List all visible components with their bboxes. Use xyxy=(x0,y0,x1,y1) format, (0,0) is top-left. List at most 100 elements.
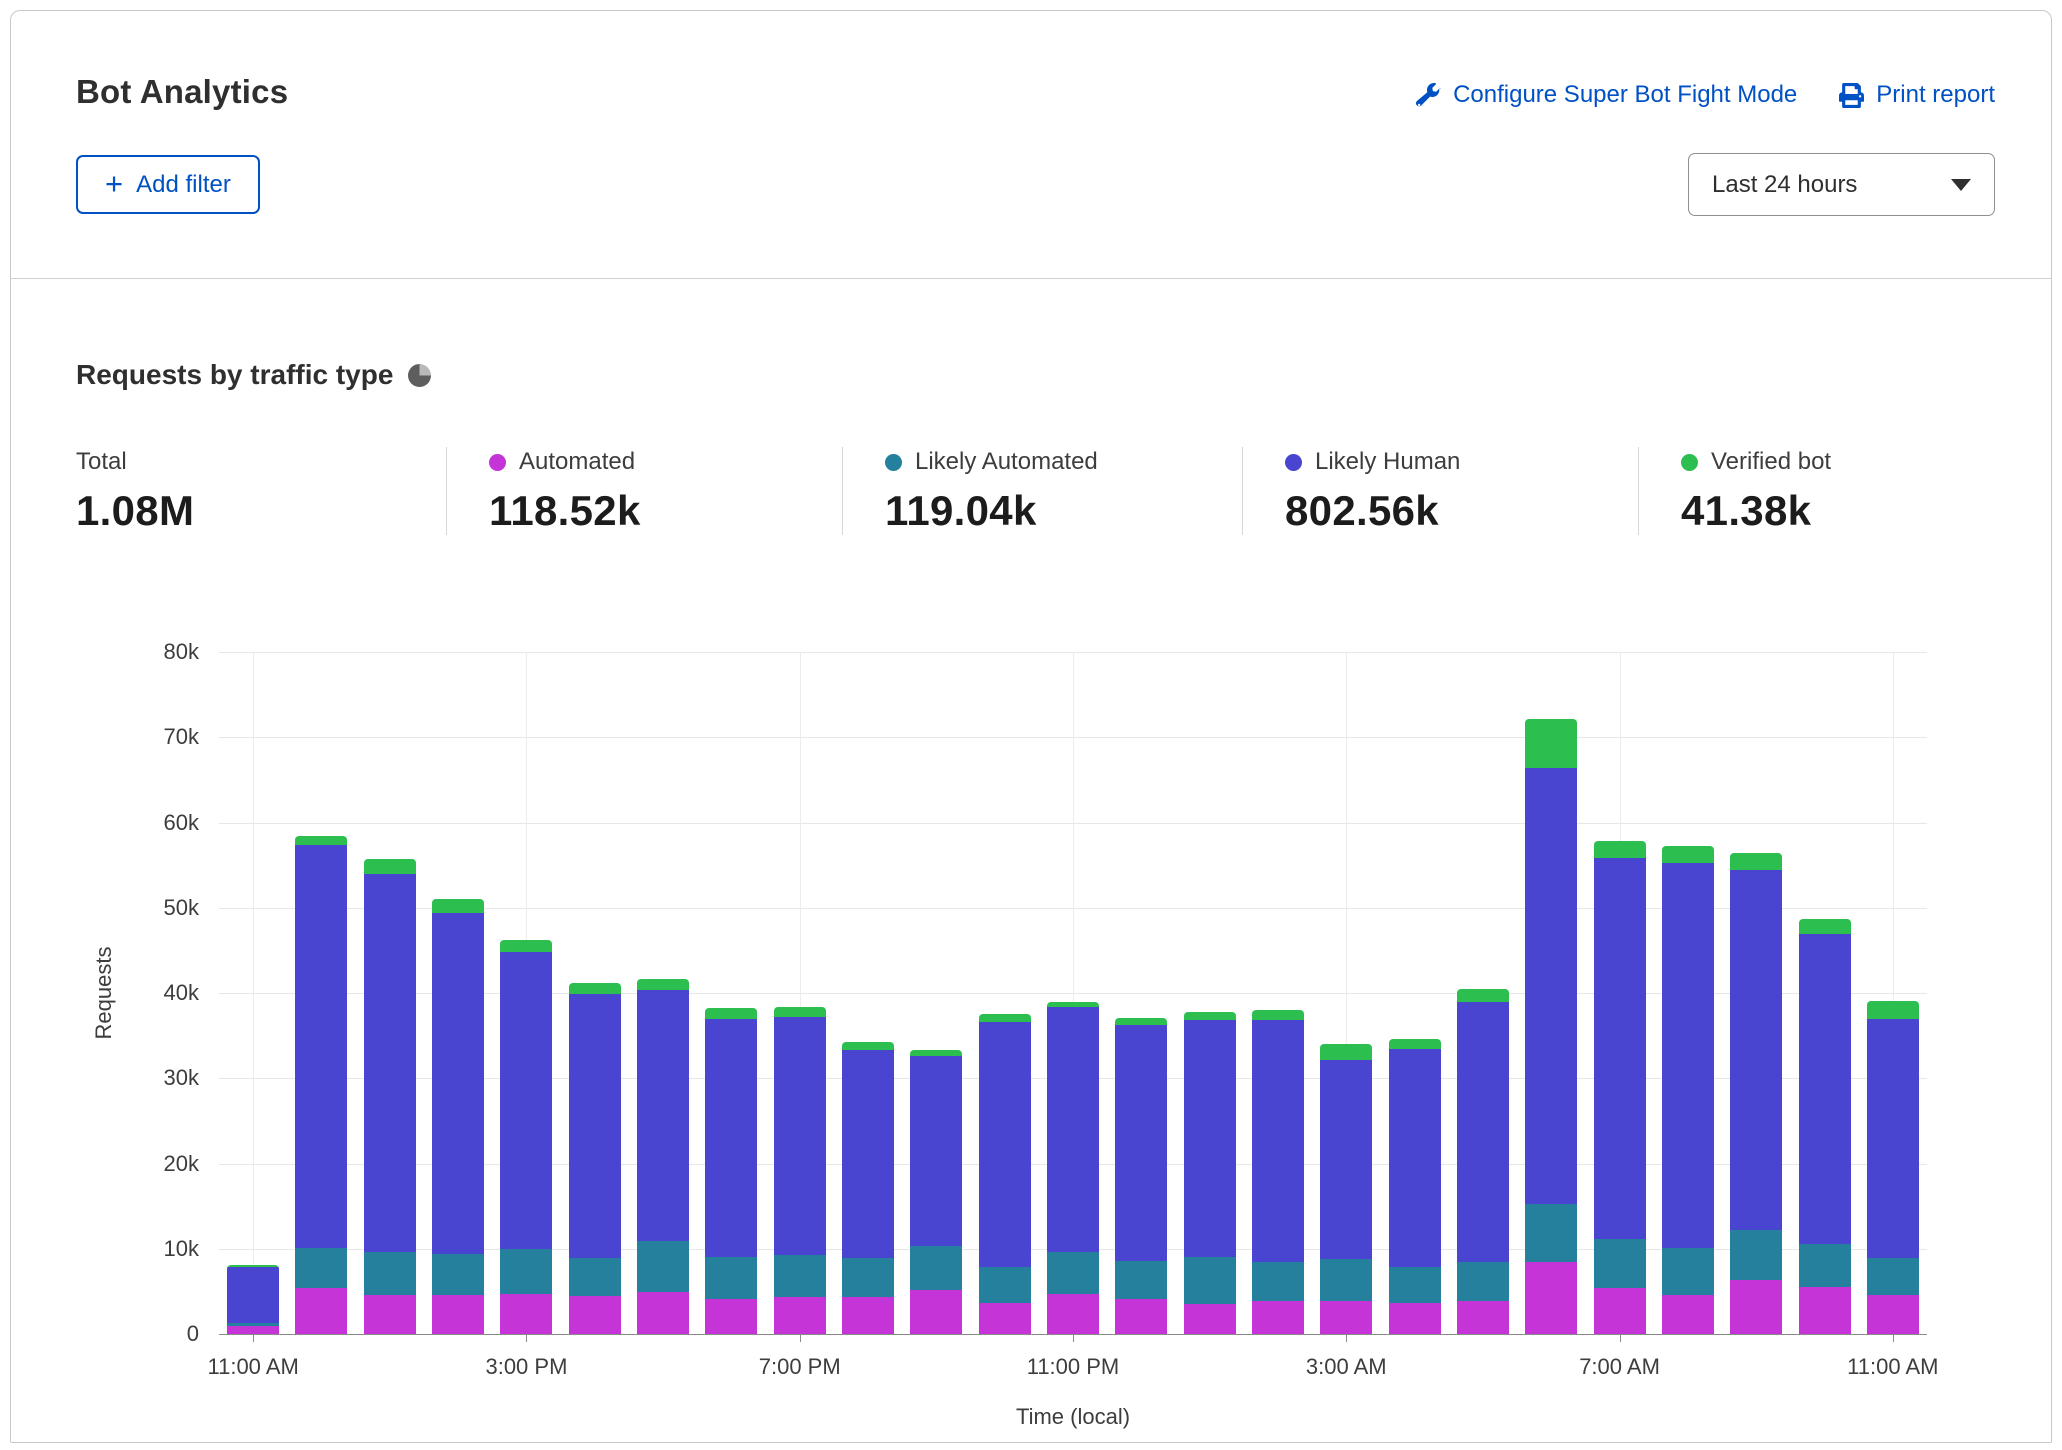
stat-value: 118.52k xyxy=(489,487,814,535)
bar-segment-verified-bot xyxy=(1184,1012,1236,1020)
chart-bar[interactable] xyxy=(1320,1044,1372,1334)
print-report-link[interactable]: Print report xyxy=(1839,81,1995,109)
bar-segment-likely-automated xyxy=(705,1257,757,1299)
y-tick-label: 80k xyxy=(133,640,199,664)
bar-segment-likely-human xyxy=(500,952,552,1249)
bar-segment-verified-bot xyxy=(1389,1039,1441,1049)
configure-link-label: Configure Super Bot Fight Mode xyxy=(1453,81,1797,109)
bar-segment-verified-bot xyxy=(295,836,347,845)
chart-bar[interactable] xyxy=(1799,919,1851,1334)
chart-bar[interactable] xyxy=(1525,719,1577,1334)
bar-segment-automated xyxy=(1389,1303,1441,1334)
chart-bar[interactable] xyxy=(1184,1012,1236,1334)
wrench-icon xyxy=(1416,83,1441,108)
bar-segment-likely-human xyxy=(1525,768,1577,1204)
likely-automated-legend-dot xyxy=(885,454,902,471)
chart-plot: 010k20k30k40k50k60k70k80k11:00 AM3:00 PM… xyxy=(219,652,1927,1334)
add-filter-button[interactable]: + Add filter xyxy=(76,155,260,214)
pie-chart-icon xyxy=(408,364,431,387)
bar-segment-likely-automated xyxy=(1389,1267,1441,1304)
bar-segment-likely-human xyxy=(1252,1020,1304,1262)
x-tick-mark xyxy=(526,1334,527,1342)
bar-segment-automated xyxy=(774,1297,826,1335)
chart-bar[interactable] xyxy=(1115,1018,1167,1334)
x-tick-mark xyxy=(1073,1334,1074,1342)
bar-segment-automated xyxy=(1525,1262,1577,1334)
chart-bar[interactable] xyxy=(910,1050,962,1334)
bar-segment-automated xyxy=(979,1303,1031,1334)
bar-segment-likely-human xyxy=(1867,1019,1919,1258)
bar-segment-verified-bot xyxy=(1525,719,1577,768)
bar-segment-likely-automated xyxy=(1115,1261,1167,1299)
chart-bar[interactable] xyxy=(500,940,552,1334)
bar-segment-likely-human xyxy=(1115,1025,1167,1261)
bar-segment-likely-human xyxy=(910,1056,962,1246)
bar-segment-likely-human xyxy=(364,874,416,1253)
stat-label: Automated xyxy=(519,448,635,476)
chart-bar[interactable] xyxy=(979,1014,1031,1334)
bar-segment-verified-bot xyxy=(1320,1044,1372,1060)
bar-segment-likely-automated xyxy=(1662,1248,1714,1295)
bar-segment-likely-human xyxy=(227,1267,279,1323)
time-range-select[interactable]: Last 24 hours xyxy=(1688,153,1995,216)
chart-bar[interactable] xyxy=(1594,841,1646,1334)
stat-label: Likely Human xyxy=(1315,448,1460,476)
bar-segment-automated xyxy=(842,1297,894,1334)
bar-segment-automated xyxy=(1662,1295,1714,1334)
bar-segment-verified-bot xyxy=(1252,1010,1304,1019)
chart-bar[interactable] xyxy=(1730,853,1782,1334)
verified-bot-legend-dot xyxy=(1681,454,1698,471)
bar-segment-likely-automated xyxy=(432,1254,484,1295)
time-range-value: Last 24 hours xyxy=(1712,171,1857,199)
chart-bar[interactable] xyxy=(1047,1002,1099,1334)
configure-super-bot-fight-mode-link[interactable]: Configure Super Bot Fight Mode xyxy=(1416,81,1797,109)
bar-segment-likely-automated xyxy=(1525,1204,1577,1263)
chart-bar[interactable] xyxy=(774,1007,826,1334)
chart-bar[interactable] xyxy=(227,1265,279,1334)
chart-bar[interactable] xyxy=(569,983,621,1334)
chart-bar[interactable] xyxy=(637,979,689,1334)
bar-segment-automated xyxy=(1594,1288,1646,1334)
bar-segment-automated xyxy=(1867,1295,1919,1334)
bar-segment-likely-automated xyxy=(637,1241,689,1292)
bar-segment-likely-automated xyxy=(1799,1244,1851,1288)
bar-segment-likely-human xyxy=(432,913,484,1254)
bar-segment-likely-automated xyxy=(295,1248,347,1288)
chart-bar[interactable] xyxy=(364,859,416,1334)
bar-segment-verified-bot xyxy=(364,859,416,874)
chart-bar[interactable] xyxy=(1252,1010,1304,1334)
card-body: Requests by traffic type Total 1.08M Aut… xyxy=(11,359,2051,1433)
bar-segment-likely-automated xyxy=(842,1258,894,1297)
bar-segment-likely-automated xyxy=(1047,1252,1099,1294)
bar-segment-likely-human xyxy=(569,994,621,1258)
bar-segment-automated xyxy=(1320,1301,1372,1334)
add-filter-label: Add filter xyxy=(136,171,231,199)
bar-segment-automated xyxy=(1457,1301,1509,1334)
header-links: Configure Super Bot Fight Mode Print rep… xyxy=(1416,81,1995,109)
automated-legend-dot xyxy=(489,454,506,471)
bar-segment-automated xyxy=(1252,1301,1304,1334)
v-gridline xyxy=(253,652,254,1334)
bar-segment-likely-human xyxy=(1799,934,1851,1244)
bot-analytics-card: Bot Analytics Configure Super Bot Fight … xyxy=(10,10,2052,1443)
chart-bar[interactable] xyxy=(1867,1001,1919,1334)
bar-segment-automated xyxy=(364,1295,416,1334)
bar-segment-likely-human xyxy=(1730,870,1782,1230)
chart-bar[interactable] xyxy=(432,899,484,1334)
x-axis-line xyxy=(219,1334,1927,1335)
bar-segment-automated xyxy=(1115,1299,1167,1334)
chart-bar[interactable] xyxy=(1457,989,1509,1334)
x-tick-mark xyxy=(1893,1334,1894,1342)
chart-bar[interactable] xyxy=(842,1042,894,1334)
stats-row: Total 1.08M Automated 118.52k Likely Aut… xyxy=(76,447,1995,535)
chart-bar[interactable] xyxy=(705,1008,757,1334)
chart-bar[interactable] xyxy=(1389,1039,1441,1334)
bar-segment-automated xyxy=(637,1292,689,1334)
y-tick-label: 30k xyxy=(133,1066,199,1090)
y-tick-label: 10k xyxy=(133,1237,199,1261)
bar-segment-likely-automated xyxy=(1184,1257,1236,1304)
chart-bar[interactable] xyxy=(1662,846,1714,1334)
stat-value: 802.56k xyxy=(1285,487,1610,535)
bar-segment-likely-automated xyxy=(910,1246,962,1290)
chart-bar[interactable] xyxy=(295,836,347,1334)
